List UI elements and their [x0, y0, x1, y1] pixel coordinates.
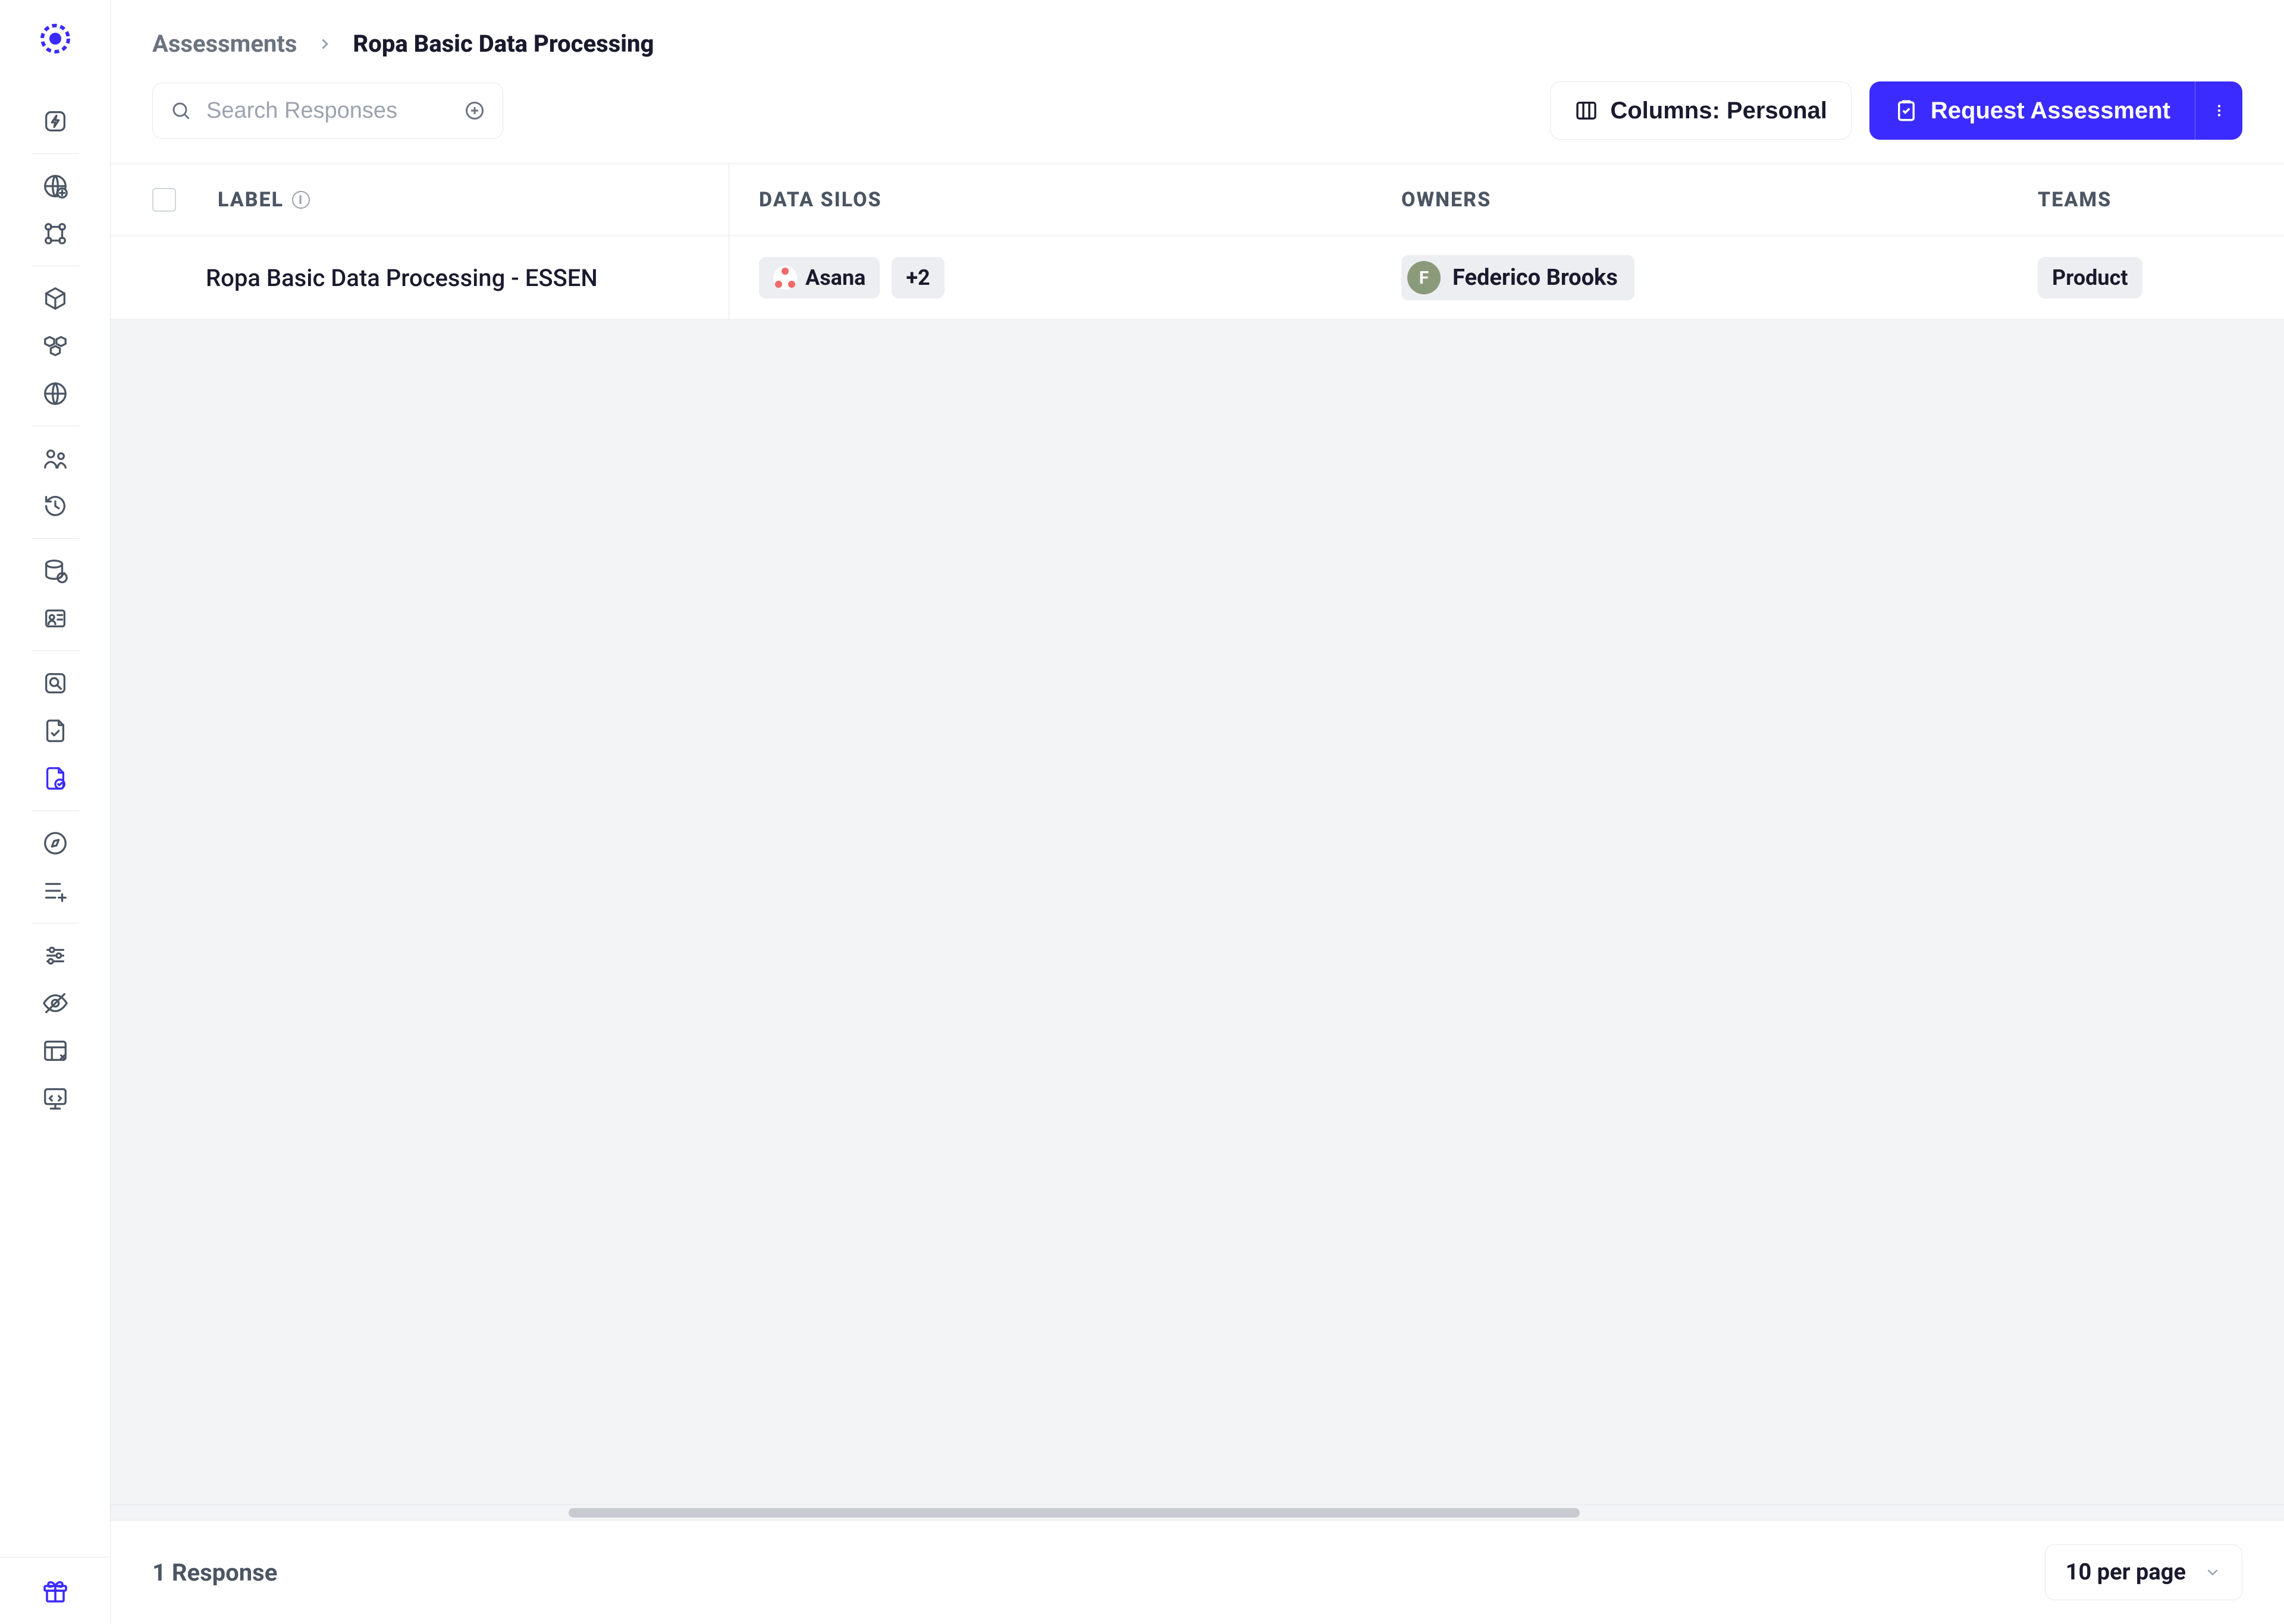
layout-icon[interactable]: [40, 1035, 71, 1066]
table-row[interactable]: Ropa Basic Data Processing - ESSEN Asana…: [111, 236, 2284, 320]
table-region: LABEL i DATA SILOS OWNERS TEAMS Ropa Bas…: [111, 164, 2284, 1520]
people-icon[interactable]: [40, 443, 71, 474]
list-add-icon[interactable]: [40, 875, 71, 906]
compass-icon[interactable]: [40, 828, 71, 859]
search-input[interactable]: [152, 83, 503, 139]
owner-chip[interactable]: F Federico Brooks: [1401, 255, 1634, 300]
column-header-owners[interactable]: OWNERS: [1372, 164, 2008, 235]
breadcrumb: Assessments Ropa Basic Data Processing: [111, 0, 2284, 81]
search-icon: [170, 100, 192, 121]
columns-icon: [1574, 99, 1598, 122]
row-owners: F Federico Brooks: [1372, 236, 2008, 319]
per-page-select[interactable]: 10 per page: [2045, 1544, 2242, 1600]
breadcrumb-root[interactable]: Assessments: [152, 30, 297, 58]
more-vertical-icon: [2211, 103, 2227, 118]
file-check-icon[interactable]: [40, 715, 71, 746]
row-data-silos: Asana +2: [729, 236, 1372, 319]
team-chip[interactable]: Product: [2038, 257, 2142, 299]
avatar: F: [1407, 261, 1441, 294]
info-icon[interactable]: i: [292, 191, 310, 209]
request-assessment-button[interactable]: Request Assessment: [1869, 81, 2195, 140]
column-header-label[interactable]: LABEL i: [218, 188, 310, 212]
footer: 1 Response 10 per page: [111, 1520, 2284, 1624]
app-logo[interactable]: [34, 18, 76, 59]
add-filter-icon[interactable]: [464, 100, 485, 121]
column-header-teams[interactable]: TEAMS: [2008, 164, 2252, 235]
globe2-icon[interactable]: [40, 378, 71, 409]
chevron-right-icon: [316, 35, 334, 53]
row-teams: Product: [2008, 236, 2252, 319]
toolbar: Columns: Personal Request Assessment: [111, 81, 2284, 164]
id-card-icon[interactable]: [40, 603, 71, 634]
gift-icon[interactable]: [40, 1575, 71, 1606]
breadcrumb-current: Ropa Basic Data Processing: [353, 30, 654, 58]
columns-label: Columns: Personal: [1610, 98, 1827, 124]
history-icon[interactable]: [40, 491, 71, 522]
asana-icon: [773, 266, 797, 290]
per-page-label: 10 per page: [2066, 1559, 2186, 1585]
nodes-icon[interactable]: [40, 218, 71, 249]
scrollbar-thumb[interactable]: [569, 1508, 1580, 1518]
code-monitor-icon[interactable]: [40, 1083, 71, 1114]
search-db-icon[interactable]: [40, 668, 71, 699]
columns-button[interactable]: Columns: Personal: [1550, 81, 1852, 140]
request-assessment-label: Request Assessment: [1931, 98, 2170, 124]
bolt-icon[interactable]: [40, 106, 71, 137]
clipboard-icon: [1894, 98, 1919, 123]
sliders-icon[interactable]: [40, 940, 71, 971]
horizontal-scrollbar[interactable]: [111, 1504, 2284, 1520]
data-silo-more-chip[interactable]: +2: [892, 257, 944, 299]
sidebar: [0, 0, 111, 1624]
table-header: LABEL i DATA SILOS OWNERS TEAMS: [111, 164, 2284, 236]
main: Assessments Ropa Basic Data Processing C…: [111, 0, 2284, 1624]
database-icon[interactable]: [40, 555, 71, 586]
column-header-data-silos[interactable]: DATA SILOS: [729, 164, 1372, 235]
search-container: [152, 83, 503, 139]
chevron-down-icon: [2204, 1563, 2222, 1581]
cube-icon[interactable]: [40, 283, 71, 314]
table-body: Ropa Basic Data Processing - ESSEN Asana…: [111, 236, 2284, 1504]
select-all-checkbox[interactable]: [152, 188, 176, 212]
file-edit-icon[interactable]: [40, 763, 71, 794]
globe-icon[interactable]: [40, 171, 71, 202]
cubes-icon[interactable]: [40, 331, 71, 362]
eye-off-icon[interactable]: [40, 988, 71, 1019]
row-label: Ropa Basic Data Processing - ESSEN: [206, 264, 598, 292]
data-silo-chip[interactable]: Asana: [759, 257, 880, 299]
request-assessment-more-button[interactable]: [2195, 81, 2242, 140]
response-count: 1 Response: [152, 1559, 277, 1587]
